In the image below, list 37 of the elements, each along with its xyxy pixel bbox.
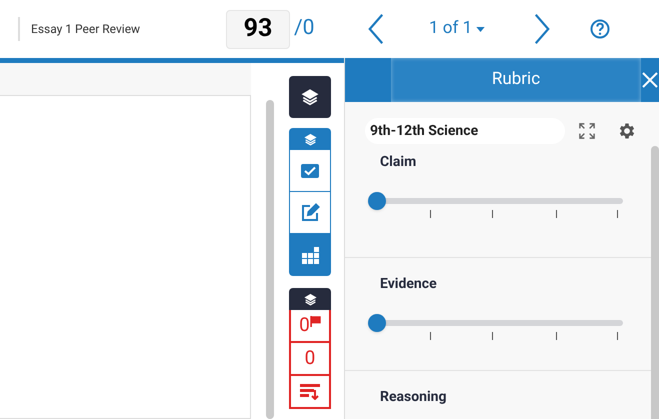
sort-button[interactable] [289, 376, 331, 409]
slider-thumb[interactable] [368, 314, 386, 332]
criterion-title: Evidence [379, 275, 438, 294]
settings-icon[interactable] [617, 121, 637, 141]
edit-icon [300, 202, 320, 222]
flag-icon [310, 316, 321, 327]
expand-icon[interactable] [579, 123, 595, 139]
layers-button[interactable] [289, 76, 331, 118]
slider-tick [617, 332, 618, 340]
help-icon[interactable] [590, 19, 610, 39]
slider-thumb[interactable] [368, 192, 386, 210]
tool-button[interactable] [290, 150, 330, 191]
score-field[interactable]: 93 [226, 10, 290, 48]
rubric-set-field[interactable]: 9th-12th Science [365, 118, 565, 144]
tool-button[interactable] [290, 192, 330, 233]
score-total: /0 [294, 15, 316, 42]
assignment-title: Essay 1 Peer Review [31, 21, 142, 38]
previous-icon[interactable] [367, 13, 385, 45]
layers-icon [301, 88, 319, 106]
slider-tick [430, 332, 432, 340]
criterion-title: Reasoning [379, 388, 448, 407]
slider-tick [492, 332, 493, 340]
slider-tick [430, 210, 432, 218]
layers-icon [304, 132, 316, 146]
slider-tick [617, 210, 618, 218]
slider-tick [492, 210, 493, 218]
layers-icon [304, 292, 316, 306]
count-button[interactable]: 0 [289, 343, 331, 376]
rubric-tab[interactable]: Rubric [391, 58, 641, 102]
next-icon[interactable] [533, 13, 552, 45]
close-icon [642, 72, 658, 88]
grid-icon [300, 244, 320, 264]
flag-count-button[interactable]: 0 [289, 310, 331, 343]
caret-icon [476, 26, 486, 32]
page-dropdown[interactable]: 1 of 1 [429, 16, 486, 42]
sort-icon [300, 384, 320, 400]
criterion-title: Claim [379, 153, 418, 172]
